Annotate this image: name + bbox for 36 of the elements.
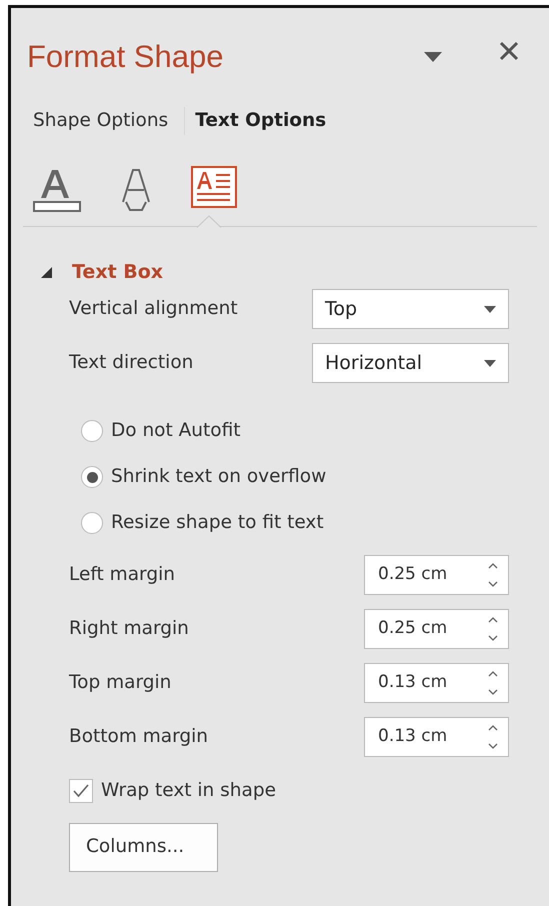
close-icon[interactable]: [499, 41, 519, 61]
field-label: Bottom margin: [69, 725, 208, 750]
dropdown-field[interactable]: Horizontal: [312, 343, 509, 383]
checkbox-label[interactable]: Wrap text in shape: [101, 777, 276, 805]
radio-label[interactable]: Resize shape to fit text: [111, 509, 324, 537]
spinner-field[interactable]: 0.25 cm: [364, 555, 509, 595]
options-tab[interactable]: Text Options: [195, 107, 338, 135]
field-label: Vertical alignment: [69, 297, 238, 322]
dropdown-arrow-icon[interactable]: [484, 306, 496, 312]
spinner-field[interactable]: 0.25 cm: [364, 609, 509, 649]
field-label: Top margin: [69, 671, 172, 696]
spin-arrows-icon[interactable]: [488, 616, 498, 642]
field-label: Text direction: [69, 351, 194, 376]
section-title[interactable]: Text Box: [72, 258, 164, 286]
radio-button[interactable]: [81, 420, 103, 442]
dropdown-field[interactable]: Top: [312, 289, 509, 329]
radio-button[interactable]: [81, 466, 103, 488]
field-label: Left margin: [69, 563, 175, 588]
outline-text-icon[interactable]: [119, 166, 153, 212]
spinner-field[interactable]: 0.13 cm: [364, 717, 509, 757]
text-box-icon[interactable]: [191, 166, 237, 208]
options-tab[interactable]: Shape Options: [33, 107, 180, 135]
radio-label[interactable]: Shrink text on overflow: [111, 463, 326, 491]
radio-label[interactable]: Do not Autofit: [111, 417, 240, 445]
checkmark-icon: [73, 784, 89, 798]
columns-button[interactable]: Columns...: [69, 822, 218, 872]
collapse-triangle-icon[interactable]: [41, 266, 52, 278]
spin-arrows-icon[interactable]: [488, 562, 498, 588]
radio-button[interactable]: [81, 512, 103, 534]
spinner-field[interactable]: 0.13 cm: [364, 663, 509, 703]
dropdown-arrow-icon[interactable]: [484, 360, 496, 366]
checkbox[interactable]: [69, 778, 93, 803]
spin-arrows-icon[interactable]: [488, 670, 498, 696]
pane-title: Format Shape: [27, 38, 224, 76]
field-label: Right margin: [69, 617, 189, 642]
spin-arrows-icon[interactable]: [488, 724, 498, 750]
